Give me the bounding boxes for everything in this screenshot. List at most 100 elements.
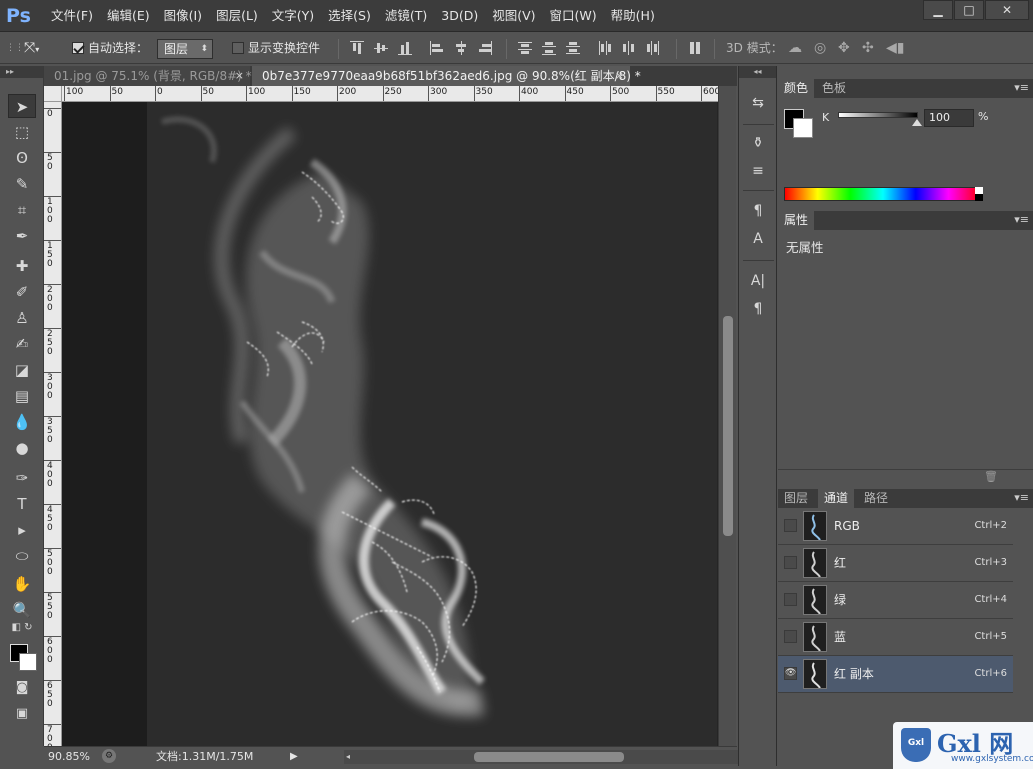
menu-help[interactable]: 帮助(H) — [604, 0, 662, 32]
visibility-toggle[interactable] — [784, 593, 797, 606]
channel-row-red[interactable]: 红 Ctrl+3 — [778, 545, 1013, 582]
brush-presets-icon[interactable]: ⚱ — [747, 132, 769, 154]
visibility-toggle[interactable] — [784, 556, 797, 569]
distribute-top-icon[interactable] — [518, 41, 532, 55]
panel-menu-icon[interactable]: ▾≡ — [1014, 81, 1029, 94]
close-button[interactable]: ✕ — [985, 0, 1029, 20]
ruler-corner[interactable] — [44, 86, 62, 102]
menu-filter[interactable]: 滤镜(T) — [378, 0, 434, 32]
hand-tool-icon[interactable]: ✋ — [8, 572, 36, 596]
horizontal-scroll-thumb[interactable] — [474, 752, 624, 762]
auto-select-check-icon[interactable] — [72, 42, 84, 54]
distribute-hcenter-icon[interactable] — [622, 41, 636, 55]
3d-roll-icon[interactable]: ◎ — [814, 33, 826, 64]
channel-row-green[interactable]: 绿 Ctrl+4 — [778, 582, 1013, 619]
align-vcenter-icon[interactable] — [374, 41, 388, 55]
eye-icon[interactable]: 👁 — [784, 667, 797, 680]
zoom-tool-icon[interactable]: 🔍 — [8, 598, 36, 622]
tab-color[interactable]: 颜色 — [778, 79, 815, 98]
ruler-horizontal[interactable]: 100 50 0 50 100 150 200 250 300 350 400 450 500 550 60… — [62, 86, 718, 102]
k-value-input[interactable]: 100 — [924, 109, 974, 127]
transform-controls-check-icon[interactable] — [232, 42, 244, 54]
minimize-button[interactable]: ▁ — [923, 0, 953, 20]
distribute-vcenter-icon[interactable] — [542, 41, 556, 55]
vertical-scrollbar[interactable] — [718, 86, 736, 746]
3d-pan-icon[interactable]: ✥ — [838, 33, 850, 64]
scroll-left-icon[interactable]: ◂ — [346, 747, 350, 766]
lasso-tool-icon[interactable]: ʘ — [8, 146, 36, 170]
eraser-tool-icon[interactable]: ◪ — [8, 358, 36, 382]
menu-3d[interactable]: 3D(D) — [434, 0, 485, 32]
align-right-icon[interactable] — [478, 41, 492, 55]
dodge-tool-icon[interactable]: ● — [8, 436, 36, 460]
3d-slide-icon[interactable]: ✣ — [862, 33, 874, 64]
horizontal-scrollbar[interactable]: ◂ ▸ — [344, 750, 754, 764]
move-tool-icon[interactable]: ➤ — [8, 94, 36, 118]
auto-select-target-select[interactable]: 图层 ⬍ — [157, 39, 213, 59]
swap-colors-icon[interactable]: ◧ ↻ — [8, 622, 36, 634]
vertical-scroll-thumb[interactable] — [723, 316, 733, 536]
crop-tool-icon[interactable]: ⌗ — [8, 198, 36, 222]
blur-tool-icon[interactable]: 💧 — [8, 410, 36, 434]
menu-window[interactable]: 窗口(W) — [543, 0, 604, 32]
align-left-icon[interactable] — [430, 41, 444, 55]
panel-menu-icon[interactable]: ▾≡ — [1014, 213, 1029, 226]
history-brush-tool-icon[interactable]: ✍ — [8, 332, 36, 356]
pen-tool-icon[interactable]: ✑ — [8, 466, 36, 490]
auto-select-checkbox[interactable]: 自动选择： — [72, 33, 148, 64]
channel-row-rgb[interactable]: RGB Ctrl+2 — [778, 508, 1013, 545]
menu-select[interactable]: 选择(S) — [321, 0, 378, 32]
distribute-right-icon[interactable] — [646, 41, 660, 55]
history-panel-icon[interactable]: ⇆ — [747, 92, 769, 114]
ruler-vertical[interactable]: 0 50 100 150 200 250 300 350 400 450 500 550 600 650 7… — [44, 102, 62, 746]
distribute-bottom-icon[interactable] — [566, 41, 580, 55]
3d-scale-icon[interactable]: ◀▮ — [886, 33, 904, 64]
status-menu-icon[interactable]: ⚙ — [102, 749, 116, 763]
tab-properties[interactable]: 属性 — [778, 211, 815, 230]
move-tool-icon[interactable]: ⤧▾ — [24, 33, 39, 64]
menu-view[interactable]: 视图(V) — [485, 0, 542, 32]
3d-orbit-icon[interactable]: ☁ — [788, 33, 802, 64]
channel-row-blue[interactable]: 蓝 Ctrl+5 — [778, 619, 1013, 656]
tab-swatches[interactable]: 色板 — [816, 79, 852, 98]
gradient-tool-icon[interactable]: ▤ — [8, 384, 36, 408]
menu-file[interactable]: 文件(F) — [44, 0, 100, 32]
zoom-level[interactable]: 90.85% — [48, 747, 90, 766]
character-panel-icon[interactable]: A| — [747, 270, 769, 292]
background-color-swatch[interactable] — [19, 653, 37, 671]
panel-menu-icon[interactable]: ▾≡ — [1014, 491, 1029, 504]
menu-edit[interactable]: 编辑(E) — [100, 0, 157, 32]
k-slider-knob[interactable] — [912, 119, 922, 126]
brush-panel-icon[interactable]: ≡ — [747, 160, 769, 182]
eyedropper-tool-icon[interactable]: ✒ — [8, 224, 36, 248]
canvas[interactable] — [62, 102, 718, 746]
k-slider[interactable] — [838, 112, 918, 118]
spectrum-white[interactable] — [975, 187, 983, 194]
trash-icon[interactable]: 🗑 — [984, 470, 998, 483]
maximize-button[interactable]: □ — [954, 0, 984, 20]
status-expand-icon[interactable]: ▶ — [290, 747, 298, 766]
character-style-icon[interactable]: A — [747, 228, 769, 250]
align-bottom-icon[interactable] — [398, 41, 412, 55]
quick-select-tool-icon[interactable]: ✎ — [8, 172, 36, 196]
tab-layers[interactable]: 图层 — [778, 489, 814, 508]
menu-layer[interactable]: 图层(L) — [209, 0, 265, 32]
visibility-toggle[interactable] — [784, 519, 797, 532]
distribute-left-icon[interactable] — [598, 41, 612, 55]
quick-mask-icon[interactable]: ◙ — [8, 676, 36, 700]
menu-image[interactable]: 图像(I) — [157, 0, 209, 32]
tab-channels[interactable]: 通道 — [818, 489, 855, 508]
visibility-toggle[interactable] — [784, 630, 797, 643]
menu-type[interactable]: 文字(Y) — [265, 0, 321, 32]
paragraph-style-icon[interactable]: ¶ — [747, 200, 769, 222]
tab-paths[interactable]: 路径 — [858, 489, 894, 508]
marquee-tool-icon[interactable]: ⬚ — [8, 120, 36, 144]
paragraph-panel-icon[interactable]: ¶ — [747, 298, 769, 320]
auto-align-icon[interactable] — [688, 41, 702, 55]
type-tool-icon[interactable]: T — [8, 492, 36, 516]
toolbox-collapse-icon[interactable]: ▸▸ — [0, 66, 43, 78]
spectrum-black[interactable] — [975, 194, 983, 201]
align-hcenter-icon[interactable] — [454, 41, 468, 55]
tab-close-icon[interactable]: × — [615, 66, 624, 86]
brush-tool-icon[interactable]: ✐ — [8, 280, 36, 304]
